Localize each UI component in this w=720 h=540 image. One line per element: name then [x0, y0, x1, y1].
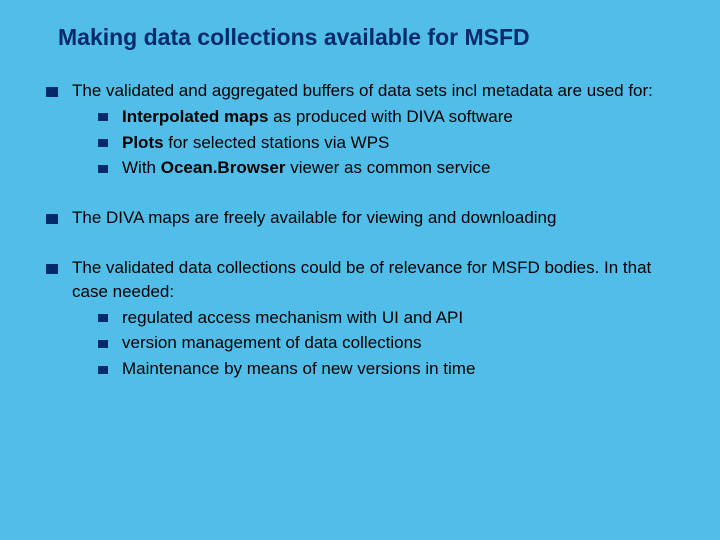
- sub-bullet-item: Plots for selected stations via WPS: [98, 131, 674, 155]
- sub-bullet-item: version management of data collections: [98, 331, 674, 355]
- sub-bullet-text: regulated access mechanism with UI and A…: [122, 308, 463, 327]
- slide-title: Making data collections available for MS…: [0, 0, 720, 63]
- sub-bullet-item: With Ocean.Browser viewer as common serv…: [98, 156, 674, 180]
- sub-bullet-text: Maintenance by means of new versions in …: [122, 359, 475, 378]
- bullet-text: The validated and aggregated buffers of …: [72, 81, 653, 100]
- sub-bullet-item: Maintenance by means of new versions in …: [98, 357, 674, 381]
- sub-bullet-pre: With: [122, 158, 161, 177]
- sub-bullet-rest: as produced with DIVA software: [268, 107, 512, 126]
- bullet-text: The validated data collections could be …: [72, 258, 651, 301]
- sub-bullet-strong: Interpolated maps: [122, 107, 268, 126]
- sub-bullet-list: Interpolated maps as produced with DIVA …: [72, 105, 674, 180]
- sub-bullet-item: regulated access mechanism with UI and A…: [98, 306, 674, 330]
- slide-body: The validated and aggregated buffers of …: [0, 63, 720, 381]
- sub-bullet-rest: for selected stations via WPS: [164, 133, 390, 152]
- sub-bullet-strong: Plots: [122, 133, 164, 152]
- bullet-item: The validated and aggregated buffers of …: [46, 79, 674, 180]
- bullet-text: The DIVA maps are freely available for v…: [72, 208, 556, 227]
- bullet-item: The DIVA maps are freely available for v…: [46, 206, 674, 230]
- slide: Making data collections available for MS…: [0, 0, 720, 381]
- sub-bullet-rest: viewer as common service: [285, 158, 490, 177]
- bullet-list: The validated and aggregated buffers of …: [46, 79, 674, 381]
- sub-bullet-strong: Ocean.Browser: [161, 158, 286, 177]
- sub-bullet-item: Interpolated maps as produced with DIVA …: [98, 105, 674, 129]
- sub-bullet-text: version management of data collections: [122, 333, 422, 352]
- sub-bullet-list: regulated access mechanism with UI and A…: [72, 306, 674, 381]
- bullet-item: The validated data collections could be …: [46, 256, 674, 381]
